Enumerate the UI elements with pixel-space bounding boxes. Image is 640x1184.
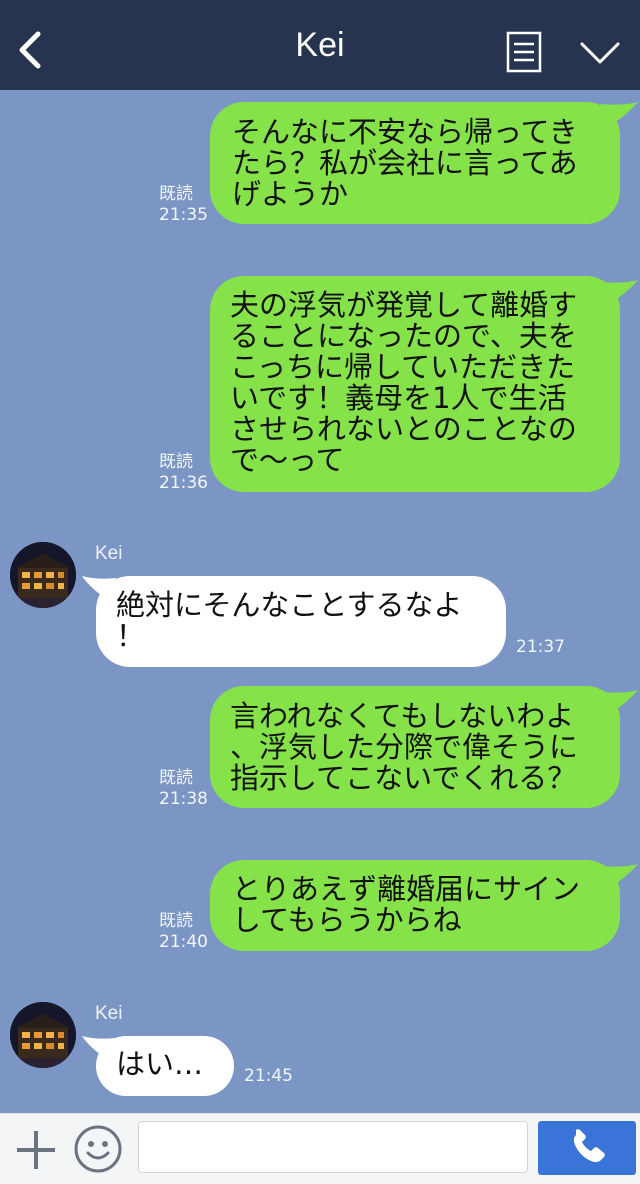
- avatar[interactable]: [10, 1002, 76, 1068]
- message-input[interactable]: [138, 1121, 528, 1173]
- sender-name: Kei: [95, 1003, 123, 1024]
- message-meta: 既読 21:38: [159, 768, 208, 810]
- message-time: 21:40: [159, 932, 208, 952]
- read-receipt: 既読: [159, 452, 193, 472]
- chat-title: Kei: [295, 26, 345, 64]
- message-bubble[interactable]: 夫の浮気が発覚して離婚す ることになったので、夫を こっちに帰していただきた い…: [210, 276, 620, 492]
- back-button[interactable]: [12, 26, 52, 74]
- message-bubble[interactable]: 言われなくてもしないわよ 、浮気した分際で偉そうに 指示してこないでくれる？: [210, 686, 620, 808]
- message-bubble[interactable]: はい…: [96, 1036, 234, 1096]
- sender-name: Kei: [95, 543, 123, 564]
- message-meta: 既読 21:40: [159, 911, 208, 953]
- message-time: 21:35: [159, 205, 208, 225]
- avatar-image: [10, 1002, 76, 1068]
- chevron-left-icon: [19, 31, 41, 69]
- message-bubble[interactable]: 絶対にそんなことするなよ ！: [96, 576, 506, 667]
- message-time: 21:36: [159, 473, 208, 493]
- message-bubble[interactable]: とりあえず離婚届にサイン してもらうからね: [210, 860, 620, 951]
- chevron-down-icon: [580, 42, 620, 64]
- message-time: 21:37: [516, 637, 565, 657]
- emoji-button[interactable]: [73, 1124, 123, 1174]
- add-attachment-button[interactable]: [14, 1128, 58, 1172]
- message-meta: 既読 21:35: [159, 184, 208, 226]
- read-receipt: 既読: [159, 911, 193, 931]
- message-input-bar: [0, 1113, 640, 1184]
- message-bubble[interactable]: そんなに不安なら帰ってき たら？私が会社に言ってあ げようか: [210, 102, 620, 224]
- read-receipt: 既読: [159, 184, 193, 204]
- collapse-button[interactable]: [578, 36, 622, 68]
- avatar[interactable]: [10, 542, 76, 608]
- message-meta: 既読 21:36: [159, 452, 208, 494]
- read-receipt: 既読: [159, 768, 193, 788]
- smiley-icon: [74, 1125, 122, 1173]
- message-time: 21:38: [159, 789, 208, 809]
- notes-menu-button[interactable]: [506, 31, 542, 73]
- document-menu-icon: [506, 31, 542, 73]
- call-button[interactable]: [538, 1121, 636, 1175]
- plus-icon: [17, 1131, 55, 1169]
- message-time: 21:45: [244, 1066, 293, 1086]
- phone-icon: [573, 1129, 605, 1163]
- chat-header: Kei: [0, 0, 640, 90]
- avatar-image: [10, 542, 76, 608]
